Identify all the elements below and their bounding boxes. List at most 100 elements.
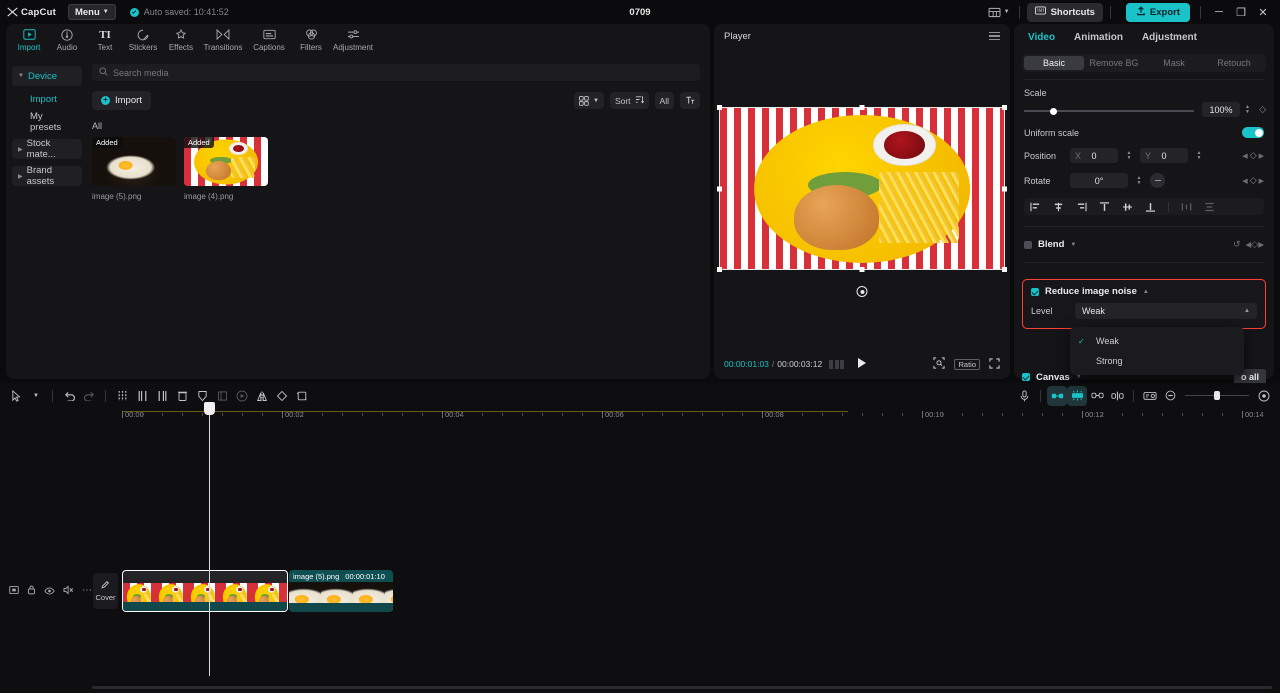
segment-retouch[interactable]: Retouch bbox=[1204, 56, 1264, 70]
rotate-icon[interactable] bbox=[272, 386, 292, 406]
chain-icon[interactable] bbox=[1087, 386, 1107, 406]
slider-knob[interactable] bbox=[1050, 107, 1057, 115]
align-top-icon[interactable] bbox=[1099, 201, 1110, 212]
search-media-field[interactable]: Search media bbox=[92, 64, 700, 81]
ratio-button[interactable]: Ratio bbox=[954, 358, 980, 370]
minimize-button[interactable]: ─ bbox=[1208, 2, 1230, 22]
rotate-stepper[interactable]: ▲ ▼ bbox=[1134, 173, 1144, 188]
hamburger-icon[interactable] bbox=[989, 31, 1000, 41]
uniform-scale-toggle[interactable] bbox=[1242, 127, 1264, 138]
tab-import[interactable]: Import bbox=[10, 24, 48, 56]
mic-icon[interactable] bbox=[1014, 386, 1034, 406]
delete-icon[interactable] bbox=[172, 386, 192, 406]
scale-stepper[interactable]: ▲ ▼ bbox=[1243, 102, 1252, 117]
sidebar-item-brand-assets[interactable]: ▶ Brand assets bbox=[12, 165, 82, 187]
position-y-field[interactable]: Y 0 bbox=[1140, 148, 1188, 163]
animate-icon[interactable] bbox=[232, 386, 252, 406]
menu-button[interactable]: Menu ▼ bbox=[67, 4, 116, 20]
shortcuts-button[interactable]: Shortcuts bbox=[1026, 2, 1103, 22]
export-button[interactable]: Export bbox=[1125, 2, 1190, 22]
play-button[interactable] bbox=[857, 357, 868, 371]
tab-video[interactable]: Video bbox=[1028, 32, 1055, 43]
resize-handle[interactable] bbox=[859, 105, 865, 110]
crop-icon[interactable] bbox=[292, 386, 312, 406]
position-x-field[interactable]: X 0 bbox=[1070, 148, 1118, 163]
trim-left-icon[interactable] bbox=[132, 386, 152, 406]
select-icon[interactable] bbox=[6, 386, 26, 406]
align-bottom-icon[interactable] bbox=[1145, 202, 1156, 212]
canvas-checkbox[interactable] bbox=[1022, 373, 1030, 381]
timeline-ruler[interactable]: 00:00 00:02 00:04 00:06 00:08 00:10 00:12 00:14 bbox=[0, 408, 1280, 424]
media-thumbnail[interactable]: Added bbox=[184, 137, 268, 186]
reset-icon[interactable]: ↺ bbox=[1233, 239, 1241, 250]
segment-mask[interactable]: Mask bbox=[1144, 56, 1204, 70]
dropdown-option-strong[interactable]: Strong bbox=[1070, 351, 1244, 371]
segment-remove-bg[interactable]: Remove BG bbox=[1084, 56, 1144, 70]
timeline-clip[interactable]: image (5).png 00:00:01:10 bbox=[289, 570, 393, 612]
reduce-noise-checkbox[interactable] bbox=[1031, 287, 1039, 296]
fit-icon[interactable] bbox=[1254, 386, 1274, 406]
preview-icon[interactable] bbox=[1140, 386, 1160, 406]
auto-align-icon[interactable] bbox=[1067, 385, 1087, 406]
align-center-horizontal-icon[interactable] bbox=[1053, 202, 1064, 212]
trim-right-icon[interactable] bbox=[152, 386, 172, 406]
tab-stickers[interactable]: Stickers bbox=[124, 24, 162, 56]
maximize-button[interactable]: ❐ bbox=[1230, 2, 1252, 22]
noise-level-select[interactable]: Weak ▲ bbox=[1075, 303, 1257, 319]
grid-view-icon[interactable]: ▼ bbox=[574, 92, 604, 109]
layout-icon[interactable]: ▼ bbox=[986, 2, 1012, 22]
sidebar-item-import[interactable]: Import bbox=[12, 89, 82, 109]
link-clip-icon[interactable] bbox=[1047, 385, 1067, 406]
zoom-knob[interactable] bbox=[1214, 391, 1220, 400]
sidebar-item-device[interactable]: ▼ Device bbox=[12, 66, 82, 86]
resize-handle[interactable] bbox=[1002, 186, 1007, 191]
more-icon[interactable]: ⋯ bbox=[82, 586, 93, 596]
tab-text[interactable]: TI Text bbox=[86, 24, 124, 56]
tab-effects[interactable]: Effects bbox=[162, 24, 200, 56]
sidebar-item-stock-materials[interactable]: ▶ Stock mate... bbox=[12, 138, 82, 160]
media-item[interactable]: Added image (4).png bbox=[184, 137, 268, 201]
eye-icon[interactable] bbox=[44, 582, 55, 600]
playhead[interactable] bbox=[204, 402, 215, 676]
tab-filters[interactable]: Filters bbox=[292, 24, 330, 56]
playhead-handle[interactable] bbox=[204, 402, 215, 415]
timeline-horizontal-scrollbar[interactable] bbox=[92, 686, 1272, 689]
tab-captions[interactable]: Captions bbox=[246, 24, 292, 56]
noise-level-dropdown[interactable]: ✓ Weak Strong bbox=[1070, 327, 1244, 375]
fullscreen-icon[interactable] bbox=[989, 357, 1000, 371]
tab-audio[interactable]: Audio bbox=[48, 24, 86, 56]
resize-handle[interactable] bbox=[859, 267, 865, 272]
blend-checkbox[interactable] bbox=[1024, 240, 1032, 249]
video-canvas[interactable] bbox=[717, 105, 1007, 272]
tab-animation[interactable]: Animation bbox=[1074, 32, 1123, 43]
position-y-stepper[interactable]: ▲ ▼ bbox=[1194, 148, 1204, 163]
align-left-icon[interactable] bbox=[1030, 202, 1041, 212]
mirror-icon[interactable] bbox=[252, 386, 272, 406]
close-button[interactable]: ✕ bbox=[1252, 2, 1274, 22]
sidebar-item-my-presets[interactable]: My presets bbox=[12, 111, 82, 133]
redo-icon[interactable] bbox=[79, 386, 99, 406]
media-thumbnail[interactable]: Added bbox=[92, 137, 176, 186]
position-keyframe[interactable]: ◀ ◇ ▶ bbox=[1242, 150, 1264, 161]
track-type-icon[interactable] bbox=[9, 582, 19, 600]
zoom-out-icon[interactable] bbox=[1160, 386, 1180, 406]
dropdown-option-weak[interactable]: ✓ Weak bbox=[1070, 331, 1244, 351]
resize-handle[interactable] bbox=[1002, 105, 1007, 110]
sort-button[interactable]: Sort bbox=[609, 92, 649, 109]
chevron-down-icon[interactable]: ▼ bbox=[26, 386, 46, 406]
lock-icon[interactable] bbox=[27, 582, 36, 600]
rotate-dial-icon[interactable] bbox=[1150, 173, 1165, 188]
resize-handle[interactable] bbox=[717, 267, 722, 272]
cover-button[interactable]: Cover bbox=[93, 573, 118, 609]
magnifier-icon[interactable] bbox=[933, 357, 946, 371]
import-button[interactable]: + Import bbox=[92, 91, 151, 110]
segment-basic[interactable]: Basic bbox=[1024, 56, 1084, 70]
crop-frame-icon[interactable] bbox=[212, 386, 232, 406]
rotate-keyframe[interactable]: ◀ ◇ ▶ bbox=[1242, 175, 1264, 186]
type-filter-icon[interactable] bbox=[680, 92, 700, 109]
filter-all-button[interactable]: All bbox=[654, 92, 674, 109]
chevron-down-icon[interactable]: ▼ bbox=[1070, 242, 1076, 248]
undo-icon[interactable] bbox=[59, 386, 79, 406]
media-item[interactable]: Added image (5).png bbox=[92, 137, 176, 201]
scale-value[interactable]: 100% bbox=[1202, 102, 1240, 117]
